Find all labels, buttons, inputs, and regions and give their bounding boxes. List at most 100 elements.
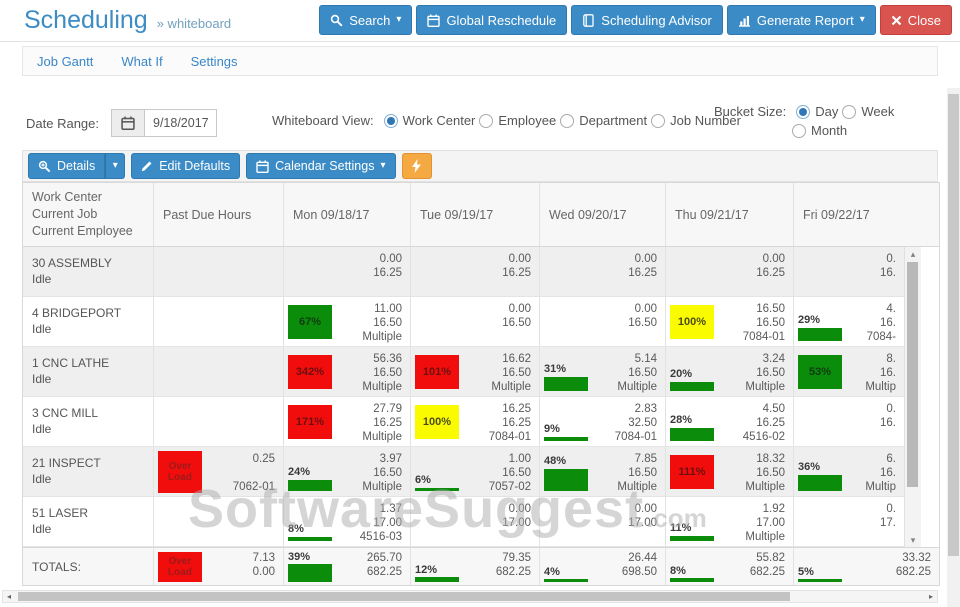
schedule-cell[interactable] xyxy=(154,397,284,446)
edit-defaults-button[interactable]: Edit Defaults xyxy=(131,153,240,179)
cell-value-line: 16.25 xyxy=(718,416,785,430)
cell-value-line xyxy=(206,402,275,416)
schedule-cell[interactable]: 8%55.82682.25 xyxy=(666,548,794,585)
inner-scrollbar-thumb[interactable] xyxy=(907,262,918,487)
date-range-input[interactable] xyxy=(145,109,217,137)
cell-values: 5.1416.50Multiple xyxy=(592,347,665,396)
calendar-settings-button[interactable]: Calendar Settings ▾ xyxy=(246,153,395,179)
date-picker-button[interactable] xyxy=(111,109,145,137)
schedule-cell[interactable]: 6%1.0016.507057-02 xyxy=(411,447,540,496)
schedule-cell[interactable] xyxy=(154,297,284,346)
schedule-cell[interactable]: 0.0016.25 xyxy=(284,247,411,296)
cell-values: 0.0016.50 xyxy=(463,297,539,346)
schedule-cell[interactable]: 0.0016.25 xyxy=(411,247,540,296)
cell-value-line: 5.14 xyxy=(592,352,657,366)
schedule-cell[interactable] xyxy=(154,247,284,296)
utilization-badge xyxy=(666,247,718,296)
cell-value-line: 16. xyxy=(846,266,896,280)
schedule-cell[interactable]: OverLoad7.130.00 xyxy=(154,548,284,585)
schedule-cell[interactable]: 9%2.8332.507084-01 xyxy=(540,397,666,446)
schedule-cell[interactable]: 0.0017.00 xyxy=(411,497,540,546)
radio-circle-icon xyxy=(842,105,856,119)
schedule-cell[interactable]: 0.0017.00 xyxy=(540,497,666,546)
details-dropdown-button[interactable]: ▾ xyxy=(105,153,125,179)
cell-value-line: 2.83 xyxy=(592,402,657,416)
schedule-cell[interactable]: 53%8.16.Multip xyxy=(794,347,904,396)
schedule-cell[interactable]: 0.16. xyxy=(794,397,904,446)
scroll-down-arrow-icon[interactable]: ▾ xyxy=(905,533,921,547)
close-button[interactable]: Close xyxy=(880,5,952,35)
cell-value-line: 0.00 xyxy=(463,502,531,516)
schedule-cell[interactable]: OverLoad0.257062-01 xyxy=(154,447,284,496)
cell-values: 16.6216.50Multiple xyxy=(463,347,539,396)
schedule-cell[interactable]: 0.0016.50 xyxy=(411,297,540,346)
schedule-cell[interactable]: 100%16.5016.507084-01 xyxy=(666,297,794,346)
cell-values: 6.16.Multip xyxy=(846,447,904,496)
schedule-cell[interactable]: 24%3.9716.50Multiple xyxy=(284,447,411,496)
details-button[interactable]: Details xyxy=(28,153,105,179)
schedule-cell[interactable]: 171%27.7916.25Multiple xyxy=(284,397,411,446)
scroll-left-arrow-icon[interactable]: ◂ xyxy=(3,591,15,602)
schedule-cell[interactable]: 31%5.1416.50Multiple xyxy=(540,347,666,396)
radio-employee[interactable]: Employee xyxy=(479,113,556,128)
schedule-cell[interactable]: 48%7.8516.50Multiple xyxy=(540,447,666,496)
cell-values: 1.9217.00Multiple xyxy=(718,497,793,546)
radio-day[interactable]: Day xyxy=(796,104,838,119)
schedule-cell[interactable]: 11%1.9217.00Multiple xyxy=(666,497,794,546)
schedule-cell[interactable]: 342%56.3616.50Multiple xyxy=(284,347,411,396)
scroll-up-arrow-icon[interactable]: ▴ xyxy=(905,247,921,261)
radio-department[interactable]: Department xyxy=(560,113,647,128)
page-scrollbar-thumb[interactable] xyxy=(948,94,959,556)
grid-body: 30 ASSEMBLYIdle0.0016.250.0016.250.0016.… xyxy=(23,247,939,547)
schedule-cell[interactable]: 0.17. xyxy=(794,497,904,546)
radio-week[interactable]: Week xyxy=(842,104,894,119)
radio-circle-icon xyxy=(651,114,665,128)
schedule-cell[interactable]: 100%16.2516.257084-01 xyxy=(411,397,540,446)
schedule-cell[interactable]: 36%6.16.Multip xyxy=(794,447,904,496)
scheduling-advisor-button[interactable]: Scheduling Advisor xyxy=(571,5,723,35)
schedule-cell[interactable]: 67%11.0016.50Multiple xyxy=(284,297,411,346)
schedule-cell[interactable]: 28%4.5016.254516-02 xyxy=(666,397,794,446)
cell-value-line: 16.50 xyxy=(718,302,785,316)
schedule-cell[interactable]: 39%265.70682.25 xyxy=(284,548,411,585)
schedule-cell[interactable]: 111%18.3216.50Multiple xyxy=(666,447,794,496)
scroll-right-arrow-icon[interactable]: ▸ xyxy=(925,591,937,602)
tab-job-gantt[interactable]: Job Gantt xyxy=(37,54,93,69)
horizontal-scrollbar-thumb[interactable] xyxy=(18,592,790,601)
table-body-rows: 30 ASSEMBLYIdle0.0016.250.0016.250.0016.… xyxy=(23,247,904,547)
header-past-due: Past Due Hours xyxy=(154,183,284,246)
inner-vertical-scrollbar[interactable]: ▴ ▾ xyxy=(904,247,921,547)
schedule-cell[interactable]: 8%1.3717.004516-03 xyxy=(284,497,411,546)
table-row: 4 BRIDGEPORTIdle67%11.0016.50Multiple0.0… xyxy=(23,297,904,347)
schedule-cell[interactable]: 29%4.16.7084- xyxy=(794,297,904,346)
search-button[interactable]: Search ▾ xyxy=(319,5,412,35)
utilization-badge: 6% xyxy=(411,447,463,496)
cell-value-line: 4516-03 xyxy=(336,530,402,544)
schedule-cell[interactable]: 0.0016.25 xyxy=(666,247,794,296)
schedule-cell[interactable]: 20%3.2416.50Multiple xyxy=(666,347,794,396)
cell-value-line: Multiple xyxy=(718,380,785,394)
auto-schedule-button[interactable] xyxy=(402,153,432,179)
schedule-cell[interactable] xyxy=(154,347,284,396)
generate-report-button[interactable]: Generate Report ▾ xyxy=(727,5,876,35)
page-vertical-scrollbar[interactable] xyxy=(947,88,960,607)
schedule-cell[interactable]: 0.0016.50 xyxy=(540,297,666,346)
cell-value-line: 1.92 xyxy=(718,502,785,516)
schedule-cell[interactable] xyxy=(154,497,284,546)
schedule-cell[interactable]: 0.16. xyxy=(794,247,904,296)
tab-what-if[interactable]: What If xyxy=(121,54,162,69)
schedule-cell[interactable]: 5%33.32682.25 xyxy=(794,548,939,585)
schedule-cell[interactable]: 4%26.44698.50 xyxy=(540,548,666,585)
schedule-cell[interactable]: 0.0016.25 xyxy=(540,247,666,296)
radio-work-center[interactable]: Work Center xyxy=(384,113,476,128)
horizontal-scrollbar[interactable]: ◂ ▸ xyxy=(2,590,938,603)
tab-settings[interactable]: Settings xyxy=(191,54,238,69)
radio-month[interactable]: Month xyxy=(792,123,847,138)
cell-values: 0.0017.00 xyxy=(592,497,665,546)
global-reschedule-button[interactable]: Global Reschedule xyxy=(416,5,567,35)
schedule-cell[interactable]: 12%79.35682.25 xyxy=(411,548,540,585)
cell-value-line xyxy=(206,430,275,444)
schedule-grid: Work Center Current Job Current Employee… xyxy=(22,182,940,586)
schedule-cell[interactable]: 101%16.6216.50Multiple xyxy=(411,347,540,396)
cell-value-line: 7062-01 xyxy=(206,480,275,494)
